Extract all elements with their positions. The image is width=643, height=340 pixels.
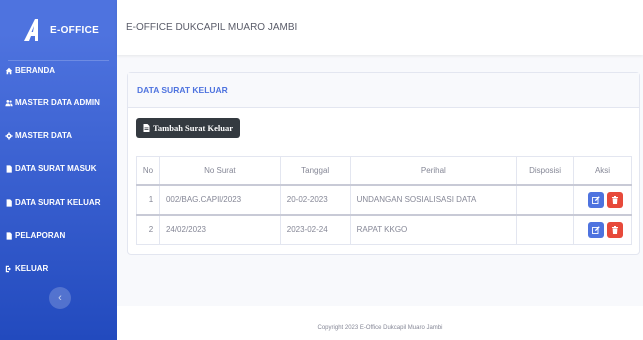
sidebar-item-label: MASTER DATA ADMIN: [15, 98, 100, 107]
cell-perihal: RAPAT KKGO: [349, 213, 518, 245]
edit-button[interactable]: [588, 191, 604, 208]
sidebar-item-data-surat-masuk[interactable]: DATA SURAT MASUK: [5, 164, 96, 173]
sidebar-brand[interactable]: E-OFFICE: [0, 0, 117, 60]
column-header: No: [136, 156, 160, 185]
cell-aksi: [573, 183, 632, 215]
sidebar: E-OFFICE BERANDA MASTER DATA ADMIN MASTE…: [0, 0, 117, 340]
surat-keluar-card: DATA SURAT KELUAR Tambah Surat Keluar No…: [127, 72, 640, 255]
file-icon: [5, 231, 13, 240]
sidebar-item-label: KELUAR: [15, 264, 49, 273]
table-row: 2 24/02/2023 2023-02-24 RAPAT KKGO: [136, 213, 632, 245]
sidebar-item-keluar[interactable]: KELUAR: [5, 264, 48, 273]
add-surat-keluar-button[interactable]: Tambah Surat Keluar: [136, 118, 240, 138]
surat-keluar-table: No No Surat Tanggal Perihal Disposisi Ak…: [136, 156, 632, 245]
gear-icon: [5, 131, 13, 140]
delete-button[interactable]: [607, 221, 623, 238]
file-icon: [5, 164, 13, 173]
copyright-text: Copyright 2023 E-Office Dukcapil Muaro J…: [317, 325, 443, 331]
table-header-row: No No Surat Tanggal Perihal Disposisi Ak…: [136, 156, 632, 185]
cell-no-surat: 002/BAG.CAPIl/2023: [158, 183, 281, 215]
delete-button[interactable]: [607, 191, 623, 208]
column-header: Tanggal: [279, 156, 351, 185]
logout-icon: [5, 265, 13, 273]
cell-disposisi: [516, 183, 575, 215]
edit-button[interactable]: [588, 221, 604, 238]
brand-name: E-OFFICE: [50, 24, 100, 36]
trash-icon: [612, 195, 618, 204]
column-header: Disposisi: [516, 156, 575, 185]
sidebar-item-master-data-admin[interactable]: MASTER DATA ADMIN: [5, 98, 100, 107]
cell-aksi: [573, 213, 632, 245]
cell-disposisi: [516, 213, 575, 245]
cell-perihal: UNDANGAN SOSIALISASI DATA: [349, 183, 518, 215]
file-icon: [143, 124, 150, 132]
edit-icon: [592, 195, 600, 204]
sidebar-item-label: PELAPORAN: [15, 231, 66, 240]
edit-icon: [592, 226, 600, 234]
cell-no: 2: [136, 213, 160, 245]
page-title: E-OFFICE DUKCAPIL MUARO JAMBI: [126, 22, 298, 33]
topbar: E-OFFICE DUKCAPIL MUARO JAMBI: [117, 0, 643, 55]
users-icon: [5, 99, 13, 107]
sidebar-item-beranda[interactable]: BERANDA: [5, 66, 55, 75]
sidebar-item-label: BERANDA: [15, 66, 55, 75]
cell-no-surat: 24/02/2023: [158, 213, 281, 245]
chevron-left-icon: ‹: [58, 292, 62, 304]
sidebar-item-label: MASTER DATA: [15, 131, 73, 140]
sidebar-item-data-surat-keluar[interactable]: DATA SURAT KELUAR: [5, 198, 100, 207]
sidebar-item-pelaporan[interactable]: PELAPORAN: [5, 231, 65, 240]
sidebar-item-master-data[interactable]: MASTER DATA: [5, 131, 72, 140]
column-header: Perihal: [349, 156, 518, 185]
column-header: Aksi: [573, 156, 632, 185]
cell-tanggal: 2023-02-24: [279, 213, 351, 245]
cell-tanggal: 20-02-2023: [279, 183, 351, 215]
sidebar-item-label: DATA SURAT KELUAR: [15, 198, 101, 207]
card-title: DATA SURAT KELUAR: [128, 73, 639, 108]
file-icon: [5, 198, 13, 207]
logo-icon: [24, 19, 38, 41]
column-header: No Surat: [158, 156, 281, 185]
cell-no: 1: [136, 183, 160, 215]
table-row: 1 002/BAG.CAPIl/2023 20-02-2023 UNDANGAN…: [136, 183, 632, 215]
sidebar-item-label: DATA SURAT MASUK: [15, 164, 97, 173]
add-button-label: Tambah Surat Keluar: [153, 123, 233, 133]
divider: [8, 60, 109, 61]
footer: Copyright 2023 E-Office Dukcapil Muaro J…: [117, 306, 643, 340]
trash-icon: [612, 225, 618, 234]
sidebar-toggle-button[interactable]: ‹: [49, 287, 71, 309]
home-icon: [5, 67, 13, 75]
